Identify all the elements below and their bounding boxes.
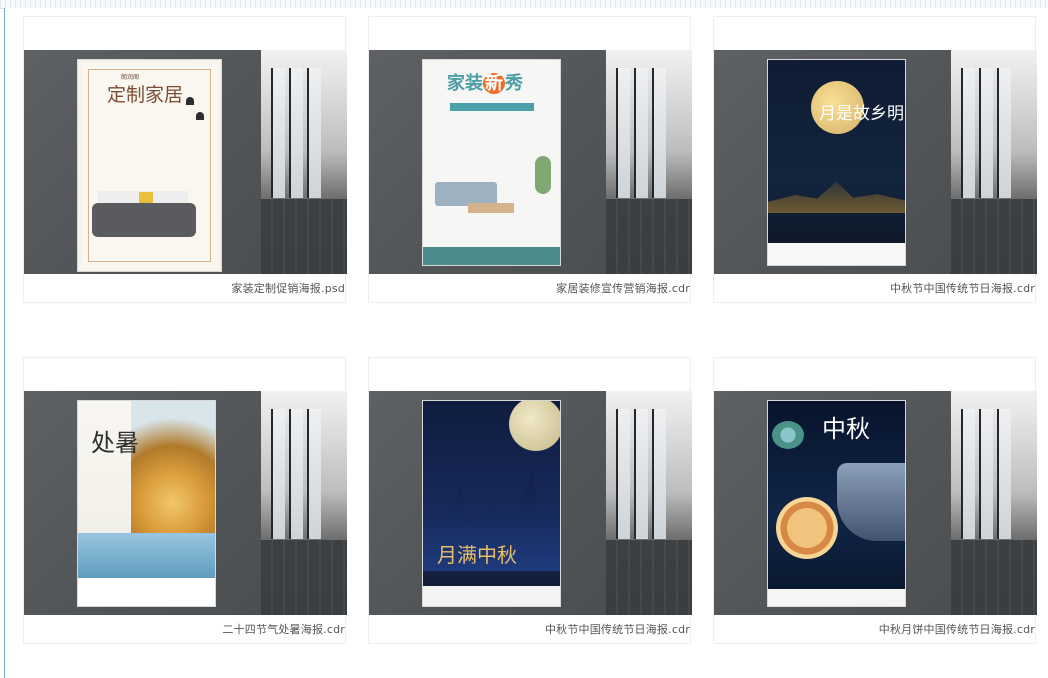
window-panel — [961, 68, 975, 198]
window-panel — [652, 409, 666, 539]
mockup-preview: 中秋 — [714, 391, 1037, 615]
mockup-corridor — [606, 391, 692, 615]
poster-footer — [768, 589, 905, 606]
mockup-corridor — [951, 391, 1037, 615]
window-panel — [634, 68, 648, 198]
gallery-card-2[interactable]: 家装新秀 家居装修宣传营销海报.cdr — [368, 16, 692, 303]
window-panel — [997, 68, 1011, 198]
window-panel — [997, 409, 1011, 539]
poster-preview: 月是故乡明 — [768, 60, 905, 265]
poster-footer — [78, 578, 215, 606]
mockup-preview: 月满中秋 — [369, 391, 692, 615]
poster-title-highlight: 新 — [483, 73, 505, 94]
sky-image — [78, 533, 215, 578]
poster-brand: 朗润阁 — [121, 74, 140, 81]
city-skyline — [768, 181, 905, 213]
mockup-preview: 家装新秀 — [369, 50, 692, 274]
mockup-preview: 处暑 — [24, 391, 347, 615]
window-panel — [979, 68, 993, 198]
gallery-card-1[interactable]: 朗润阁 定制家居 家装定制促销海报.psd — [23, 16, 347, 303]
gallery-card-5[interactable]: 月满中秋 中秋节中国传统节日海报.cdr — [368, 357, 692, 644]
mooncake-image — [776, 497, 838, 559]
poster-preview: 中秋 — [768, 401, 905, 606]
floor-tiles — [261, 540, 347, 615]
gallery-frame: 朗润阁 定制家居 家装定制促销海报.psd 家装新秀 家居装修宣传营销海报.cd… — [4, 8, 1048, 678]
mockup-corridor — [261, 391, 347, 615]
poster-title: 月满中秋 — [437, 543, 517, 567]
file-caption[interactable]: 家装定制促销海报.psd — [25, 280, 345, 296]
poster-title-prefix: 家装 — [447, 73, 483, 94]
poster-title: 中秋 — [822, 415, 870, 443]
poster-preview: 朗润阁 定制家居 — [78, 60, 221, 271]
file-caption[interactable]: 中秋节中国传统节日海报.cdr — [370, 621, 690, 637]
floor-tiles — [261, 199, 347, 274]
window-panel — [961, 409, 975, 539]
window-panel — [979, 409, 993, 539]
gallery-card-6[interactable]: 中秋 中秋月饼中国传统节日海报.cdr — [713, 357, 1037, 644]
sofa-image — [92, 203, 196, 237]
window-panel — [652, 68, 666, 198]
poster-title: 定制家居 — [107, 84, 184, 106]
window-panel — [271, 409, 285, 539]
file-caption[interactable]: 中秋月饼中国传统节日海报.cdr — [715, 621, 1035, 637]
file-caption[interactable]: 二十四节气处暑海报.cdr — [25, 621, 345, 637]
poster-preview: 家装新秀 — [423, 60, 560, 265]
window-panel — [616, 409, 630, 539]
gallery-card-4[interactable]: 处暑 二十四节气处暑海报.cdr — [23, 357, 347, 644]
file-caption[interactable]: 中秋节中国传统节日海报.cdr — [715, 280, 1035, 296]
file-caption[interactable]: 家居装修宣传营销海报.cdr — [370, 280, 690, 296]
mockup-corridor — [261, 50, 347, 274]
plant-icon — [535, 156, 551, 194]
moon-icon — [509, 401, 560, 451]
poster-preview: 月满中秋 — [423, 401, 560, 606]
poster-footer — [423, 586, 560, 606]
lamp-icon — [196, 112, 204, 120]
mockup-preview: 朗润阁 定制家居 — [24, 50, 347, 274]
poster-title: 月是故乡明 — [819, 104, 904, 124]
lamp-icon — [186, 97, 194, 105]
gallery-card-3[interactable]: 月是故乡明 中秋节中国传统节日海报.cdr — [713, 16, 1037, 303]
floor-tiles — [951, 540, 1037, 615]
table-image — [468, 203, 514, 213]
mockup-preview: 月是故乡明 — [714, 50, 1037, 274]
window-panel — [307, 68, 321, 198]
poster-footer — [768, 243, 905, 265]
window-panel — [289, 68, 303, 198]
flower-icon — [772, 421, 804, 449]
window-panel — [289, 409, 303, 539]
window-panel — [271, 68, 285, 198]
floor-tiles — [951, 199, 1037, 274]
poster-preview: 处暑 — [78, 401, 215, 606]
mockup-corridor — [951, 50, 1037, 274]
window-panel — [634, 409, 648, 539]
mockup-corridor — [606, 50, 692, 274]
window-panel — [616, 68, 630, 198]
floor-tiles — [606, 540, 692, 615]
poster-footer — [423, 247, 560, 265]
poster-banner — [450, 103, 534, 111]
poster-title: 家装新秀 — [447, 69, 523, 95]
poster-title-suffix: 秀 — [505, 73, 523, 94]
poster-title: 处暑 — [91, 429, 139, 457]
window-panel — [307, 409, 321, 539]
cloth-image — [837, 463, 905, 541]
floor-tiles — [606, 199, 692, 274]
